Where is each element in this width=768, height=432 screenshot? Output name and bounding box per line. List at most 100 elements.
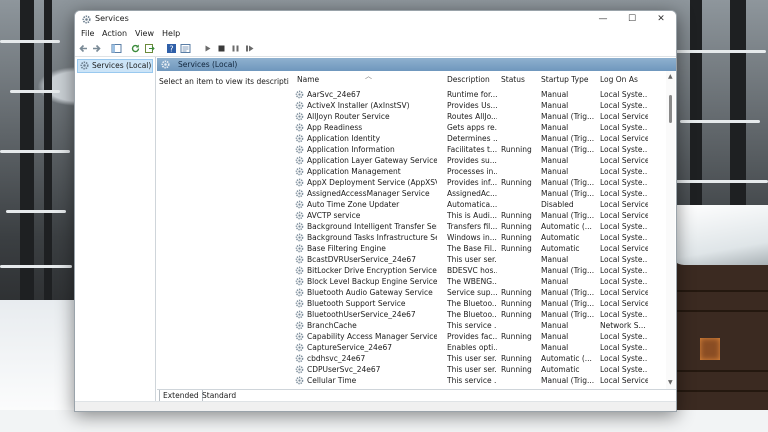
cabin-log xyxy=(676,370,768,372)
service-row[interactable]: Cellular Time This service ... Manual (Tri… xyxy=(289,375,665,386)
column-header-description[interactable]: Description xyxy=(447,75,490,87)
maximize-button[interactable]: ☐ xyxy=(617,11,647,28)
window-title: Services xyxy=(95,14,129,23)
menu-action[interactable]: Action xyxy=(102,29,127,38)
scroll-down-icon[interactable]: ▼ xyxy=(668,379,673,386)
restart-icon[interactable] xyxy=(244,43,255,54)
service-row[interactable]: Auto Time Zone Updater Automatica... Disab… xyxy=(289,199,665,210)
menu-view[interactable]: View xyxy=(135,29,154,38)
service-startup-type: Manual xyxy=(541,277,569,286)
snow-branch xyxy=(0,150,70,153)
forward-icon[interactable] xyxy=(91,43,102,54)
column-header-startup-type[interactable]: Startup Type xyxy=(541,75,588,87)
service-row[interactable]: AllJoyn Router Service Routes AllJo... Man… xyxy=(289,111,665,122)
service-log-on-as: Local Syste... xyxy=(600,101,648,110)
service-row[interactable]: Block Level Backup Engine Service The WBE… xyxy=(289,276,665,287)
service-startup-type: Manual xyxy=(541,167,569,176)
service-row[interactable]: AarSvc_24e67 Runtime for... Manual Local Sy… xyxy=(289,89,665,100)
service-description: This service ... xyxy=(447,321,497,330)
service-row[interactable]: AssignedAccessManager Service AssignedAc.… xyxy=(289,188,665,199)
service-gear-icon xyxy=(295,167,304,176)
service-row[interactable]: BitLocker Drive Encryption Service BDESVC… xyxy=(289,265,665,276)
close-button[interactable]: ✕ xyxy=(646,11,676,28)
service-gear-icon xyxy=(295,321,304,330)
service-row[interactable]: AVCTP service This is Audi... Running Manua… xyxy=(289,210,665,221)
service-description: Facilitates t... xyxy=(447,145,497,154)
service-name: AssignedAccessManager Service xyxy=(307,189,430,198)
service-row[interactable]: Bluetooth Audio Gateway Service Service s… xyxy=(289,287,665,298)
snow-branch xyxy=(680,120,760,123)
service-row[interactable]: Application Layer Gateway Service Provide… xyxy=(289,155,665,166)
console-tree: Services (Local) xyxy=(75,57,156,410)
menu-help[interactable]: Help xyxy=(162,29,180,38)
service-row[interactable]: ActiveX Installer (AxInstSV) Provides Us.… xyxy=(289,100,665,111)
title-bar[interactable]: Services — ☐ ✕ xyxy=(75,11,676,28)
service-gear-icon xyxy=(295,189,304,198)
service-row[interactable]: Bluetooth Support Service The Bluetoo... R… xyxy=(289,298,665,309)
service-log-on-as: Local Syste... xyxy=(600,343,648,352)
stop-icon[interactable] xyxy=(216,43,227,54)
service-row[interactable]: CDPUserSvc_24e67 This user ser... Running A… xyxy=(289,364,665,375)
service-gear-icon xyxy=(295,354,304,363)
service-name: BranchCache xyxy=(307,321,357,330)
service-description: Automatica... xyxy=(447,200,497,209)
service-name: BluetoothUserService_24e67 xyxy=(307,310,416,319)
tree-item-services-local[interactable]: Services (Local) xyxy=(77,59,153,73)
menu-bar: File Action View Help xyxy=(75,28,676,41)
cabin-log xyxy=(676,390,768,392)
tree-trunk xyxy=(690,0,702,220)
service-log-on-as: Local Syste... xyxy=(600,189,648,198)
tab-standard[interactable]: Standard xyxy=(199,390,239,401)
service-log-on-as: Local Service xyxy=(600,299,648,308)
service-gear-icon xyxy=(295,101,304,110)
service-row[interactable]: BranchCache This service ... Manual Network… xyxy=(289,320,665,331)
properties-icon[interactable] xyxy=(180,43,191,54)
scroll-up-icon[interactable]: ▲ xyxy=(668,73,673,80)
service-gear-icon xyxy=(295,233,304,242)
service-row[interactable]: BluetoothUserService_24e67 The Bluetoo...… xyxy=(289,309,665,320)
column-header-name[interactable]: Name xyxy=(297,75,319,87)
pause-icon[interactable] xyxy=(230,43,241,54)
service-row[interactable]: Capability Access Manager Service Provide… xyxy=(289,331,665,342)
tree-trunk xyxy=(20,0,34,330)
services-list[interactable]: Name Description Status Startup Type Log… xyxy=(289,71,665,389)
service-row[interactable]: Background Tasks Infrastructure Service W… xyxy=(289,232,665,243)
vertical-scrollbar[interactable]: ▲ ▼ xyxy=(666,71,675,389)
service-row[interactable]: BcastDVRUserService_24e67 This user ser..… xyxy=(289,254,665,265)
service-row[interactable]: Background Intelligent Transfer Service T… xyxy=(289,221,665,232)
service-log-on-as: Local Service xyxy=(600,288,648,297)
service-row[interactable]: App Readiness Gets apps re... Manual Local … xyxy=(289,122,665,133)
refresh-icon[interactable] xyxy=(130,43,141,54)
service-description: This user ser... xyxy=(447,365,497,374)
service-name: Auto Time Zone Updater xyxy=(307,200,400,209)
column-header-log-on-as[interactable]: Log On As xyxy=(600,75,638,87)
service-name: Cellular Time xyxy=(307,376,357,385)
service-row[interactable]: Application Management Processes in... Man… xyxy=(289,166,665,177)
service-gear-icon xyxy=(295,266,304,275)
start-icon[interactable] xyxy=(202,43,213,54)
service-row[interactable]: cbdhsvc_24e67 This user ser... Running Auto… xyxy=(289,353,665,364)
help-icon[interactable]: ? xyxy=(166,43,177,54)
back-icon[interactable] xyxy=(78,43,89,54)
service-row[interactable]: Base Filtering Engine The Base Fil... Runn… xyxy=(289,243,665,254)
column-header-status[interactable]: Status xyxy=(501,75,525,87)
export-list-icon[interactable] xyxy=(144,43,155,54)
gear-icon xyxy=(80,61,89,70)
service-description: The Base Fil... xyxy=(447,244,497,253)
minimize-button[interactable]: — xyxy=(588,11,618,28)
service-name: BcastDVRUserService_24e67 xyxy=(307,255,416,264)
service-row[interactable]: Application Identity Determines ... Manual… xyxy=(289,133,665,144)
service-log-on-as: Local Syste... xyxy=(600,178,648,187)
menu-file[interactable]: File xyxy=(81,29,94,38)
service-log-on-as: Local Syste... xyxy=(600,310,648,319)
scrollbar-thumb[interactable] xyxy=(669,95,672,123)
service-log-on-as: Local Syste... xyxy=(600,222,648,231)
show-hide-tree-icon[interactable] xyxy=(111,43,122,54)
gear-icon xyxy=(161,60,170,69)
service-gear-icon xyxy=(295,288,304,297)
service-row[interactable]: AppX Deployment Service (AppXSVC) Provide… xyxy=(289,177,665,188)
service-row[interactable]: CaptureService_24e67 Enables opti... Manua… xyxy=(289,342,665,353)
service-name: Background Tasks Infrastructure Service xyxy=(307,233,437,242)
service-name: AarSvc_24e67 xyxy=(307,90,361,99)
service-row[interactable]: Application Information Facilitates t... R… xyxy=(289,144,665,155)
